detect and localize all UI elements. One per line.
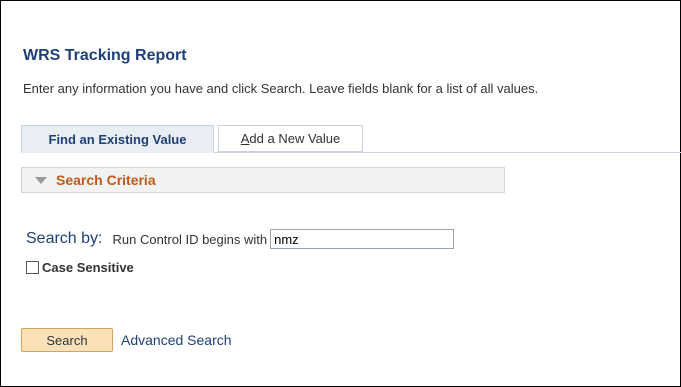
advanced-search-link[interactable]: Advanced Search — [121, 332, 232, 348]
page-title: WRS Tracking Report — [23, 47, 187, 64]
search-criteria-toggle[interactable]: Search Criteria — [21, 167, 505, 193]
case-sensitive-row: Case Sensitive — [26, 260, 134, 275]
tab-find-existing-value[interactable]: Find an Existing Value — [21, 125, 214, 153]
tab-add-new-value[interactable]: Add a New Value — [218, 125, 363, 152]
run-control-id-label: Run Control ID begins with — [112, 231, 268, 247]
tab-add-new-value-label: Add a New Value — [240, 131, 341, 146]
case-sensitive-label: Case Sensitive — [42, 260, 134, 275]
search-criteria-header: Search Criteria — [56, 172, 156, 188]
collapse-arrow-icon — [35, 176, 47, 184]
search-by-label: Search by: — [26, 230, 103, 247]
search-by-row: Search by: Run Control ID begins with — [26, 229, 455, 249]
page-frame: WRS Tracking Report Enter any informatio… — [0, 0, 681, 387]
search-button[interactable]: Search — [21, 328, 113, 352]
tab-find-existing-value-label: Find an Existing Value — [48, 131, 187, 147]
run-control-id-input[interactable] — [270, 229, 455, 249]
case-sensitive-checkbox[interactable] — [26, 261, 39, 274]
instructions-text: Enter any information you have and click… — [23, 81, 539, 96]
